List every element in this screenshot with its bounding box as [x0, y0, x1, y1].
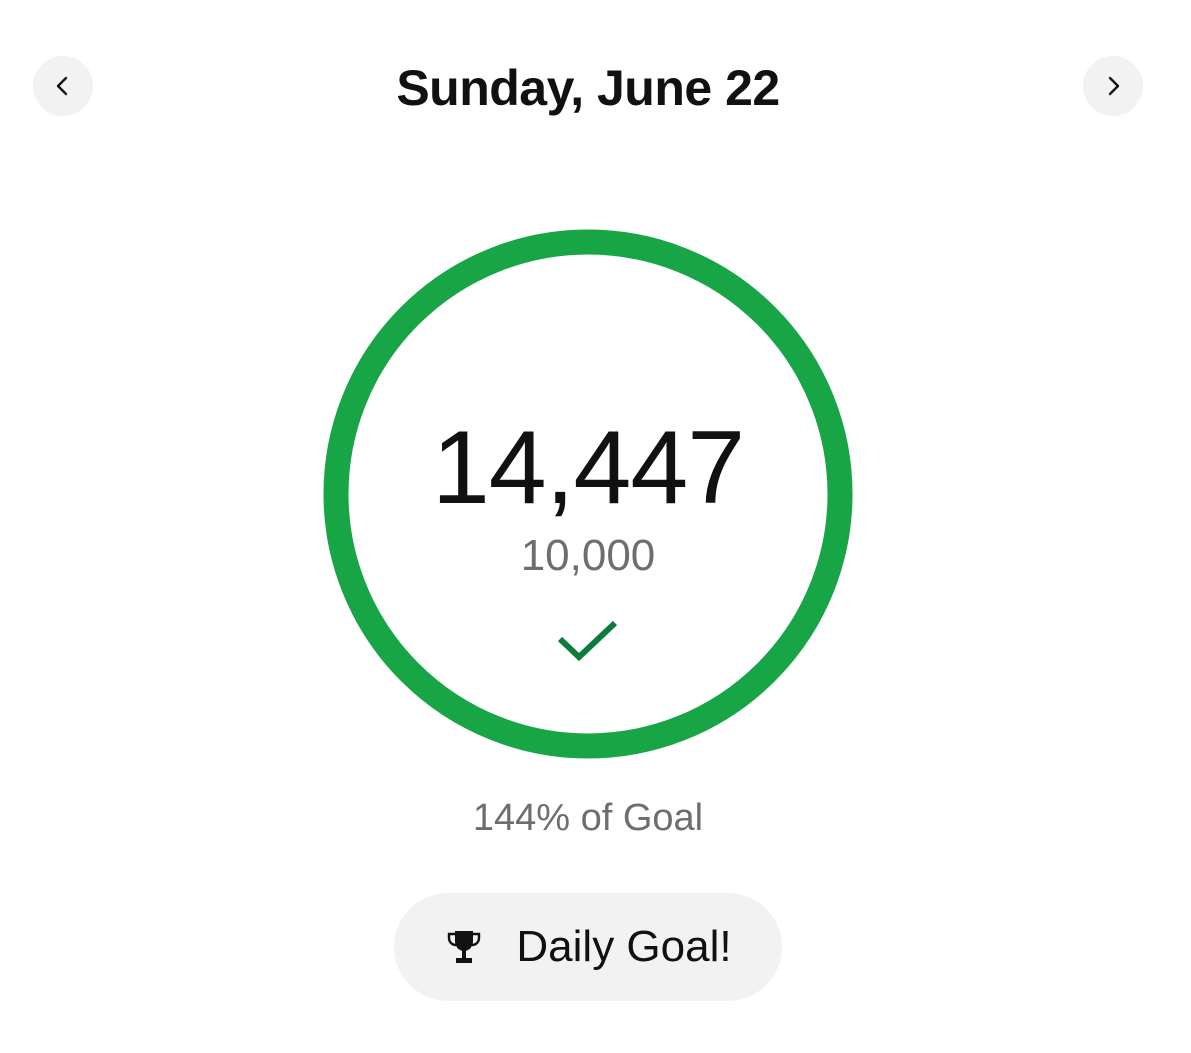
step-count: 14,447 [431, 410, 745, 526]
page-title: Sunday, June 22 [396, 60, 780, 116]
daily-goal-badge[interactable]: Daily Goal! [394, 893, 782, 1001]
checkmark-icon [557, 620, 618, 662]
step-goal: 10,000 [520, 531, 656, 580]
chevron-right-icon [1108, 76, 1120, 96]
goal-percentage: 144% of Goal [472, 797, 704, 839]
next-day-button[interactable] [1083, 56, 1143, 116]
badge-label: Daily Goal! [516, 922, 732, 971]
trophy-icon [448, 931, 481, 963]
steps-day-view: Sunday, June 22 14,447 10,000 144% of Go… [0, 0, 1191, 1053]
